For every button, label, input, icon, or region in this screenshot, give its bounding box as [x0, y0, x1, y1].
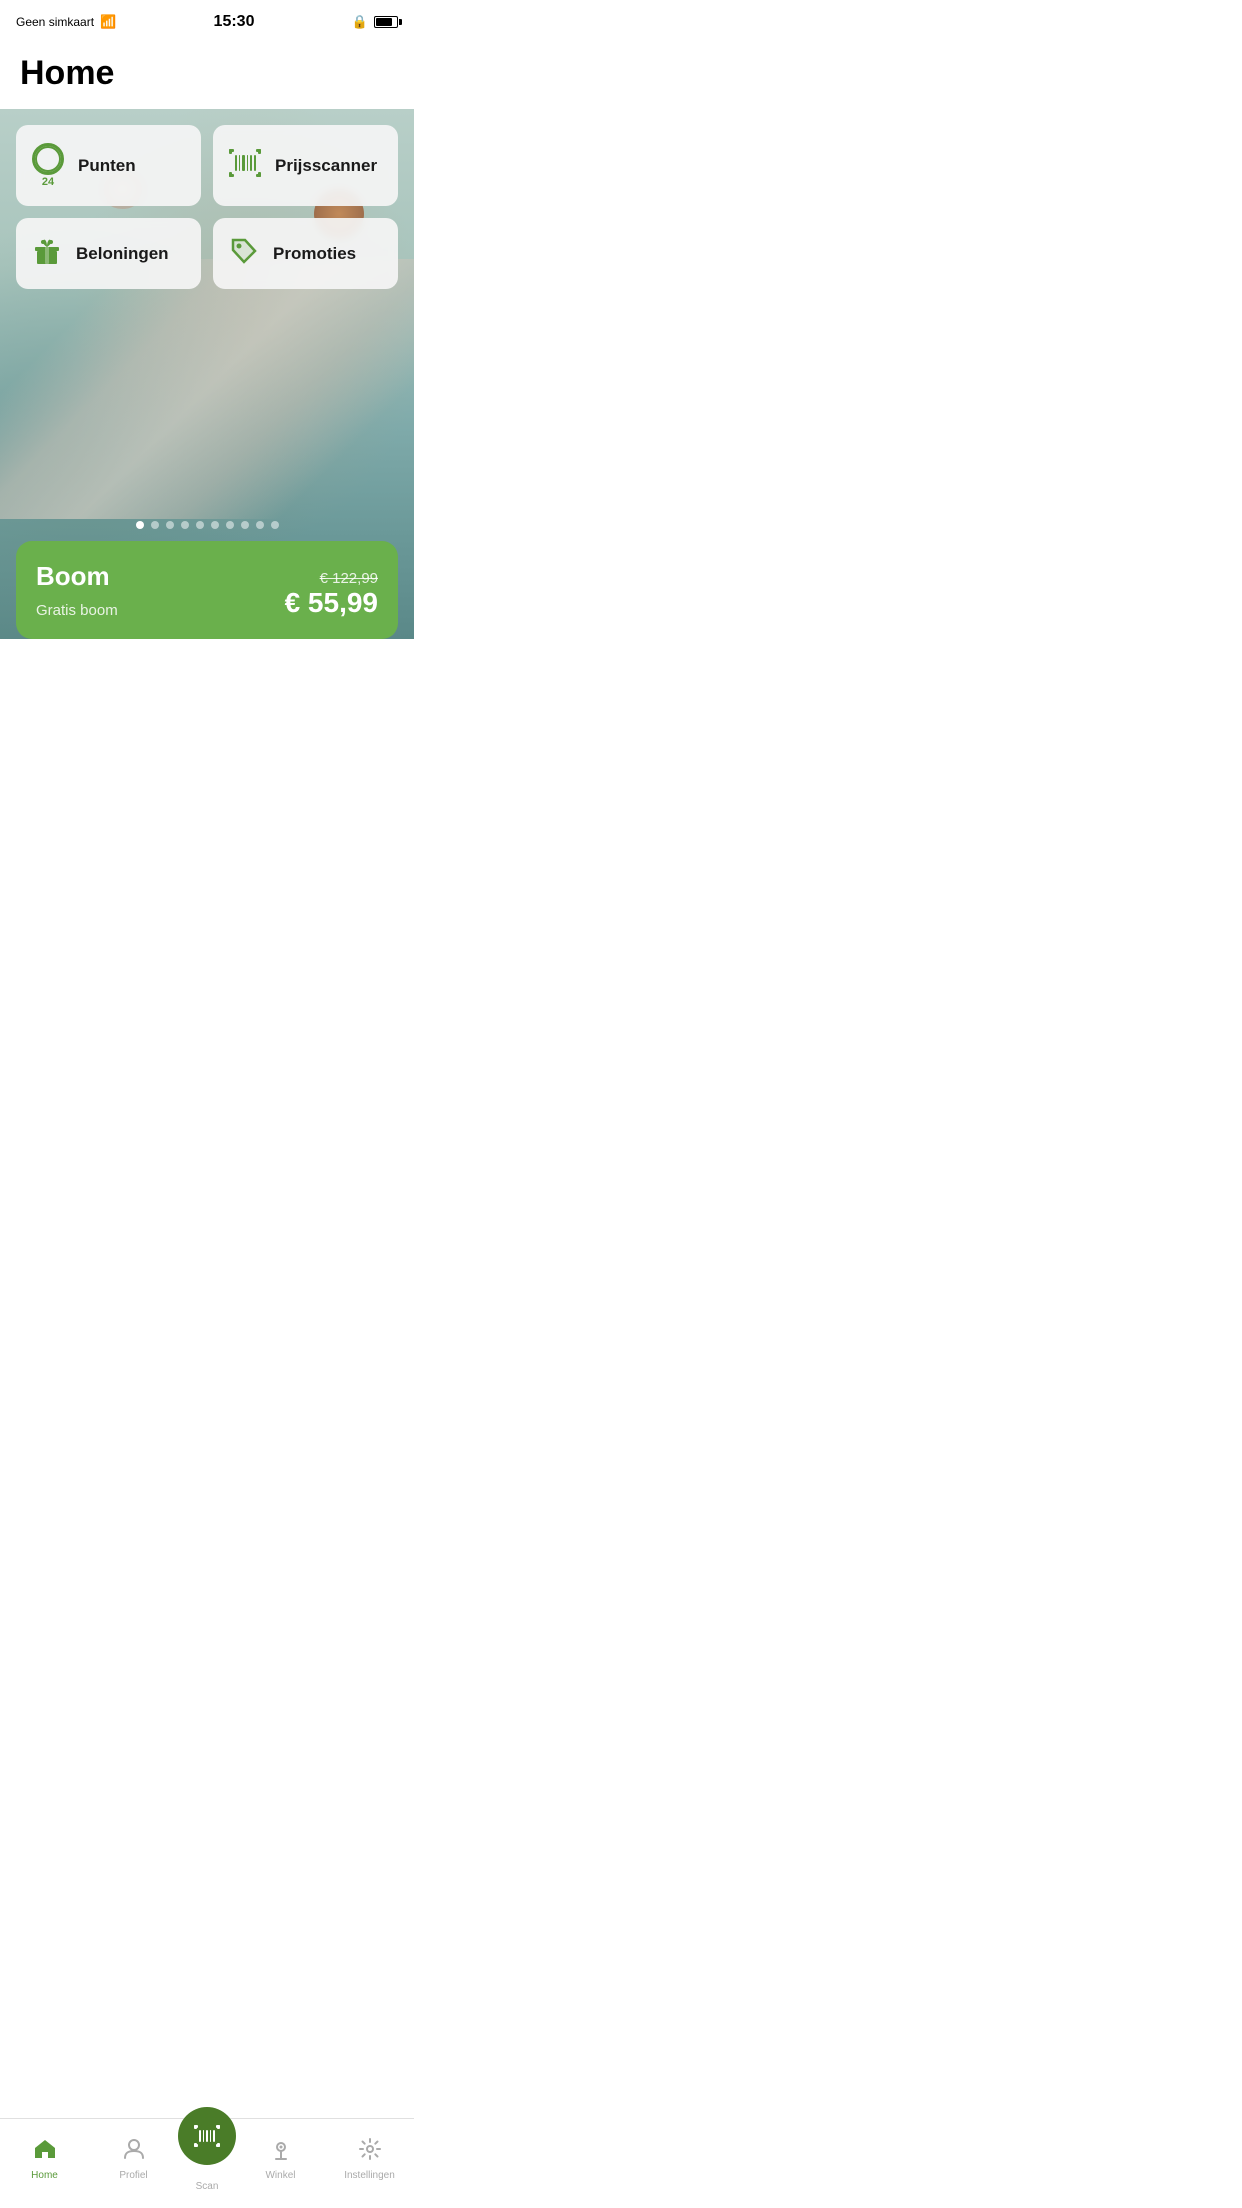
nav-item-profiel[interactable]: Profiel: [89, 2138, 178, 2181]
beloningen-label: Beloningen: [76, 244, 169, 264]
bottom-navigation: Home Profiel: [0, 2118, 414, 2208]
dot-6[interactable]: [211, 521, 219, 529]
lock-icon: 🔒: [352, 14, 368, 30]
content-area: 24 Punten: [0, 109, 414, 719]
promo-card[interactable]: Boom Gratis boom € 122,99 € 55,99: [16, 541, 398, 639]
winkel-nav-label: Winkel: [265, 2170, 295, 2181]
promoties-label: Promoties: [273, 244, 356, 264]
punten-label: Punten: [78, 156, 136, 176]
wifi-icon: 📶: [100, 14, 116, 30]
promo-prices: € 122,99 € 55,99: [285, 570, 378, 619]
promo-bottom: Gratis boom € 122,99 € 55,99: [36, 600, 378, 619]
feature-cards-grid: 24 Punten: [16, 125, 398, 289]
status-bar: Geen simkaart 📶 15:30 🔒: [0, 0, 414, 44]
promo-sale-price: € 55,99: [285, 587, 378, 619]
points-number: 24: [42, 177, 54, 188]
time-display: 15:30: [214, 13, 255, 31]
dot-2[interactable]: [151, 521, 159, 529]
promoties-card[interactable]: Promoties: [213, 218, 398, 289]
gift-icon: [32, 236, 62, 271]
settings-icon: [359, 2138, 381, 2166]
dot-5[interactable]: [196, 521, 204, 529]
nav-item-home[interactable]: Home: [0, 2138, 89, 2181]
prijsscanner-label: Prijsscanner: [275, 156, 377, 176]
carousel-dots: [0, 521, 414, 529]
hero-towel-decor: [0, 259, 414, 519]
dot-7[interactable]: [226, 521, 234, 529]
dot-9[interactable]: [256, 521, 264, 529]
dot-4[interactable]: [181, 521, 189, 529]
status-left: Geen simkaart 📶: [16, 14, 116, 30]
status-right: 🔒: [352, 14, 398, 30]
dot-8[interactable]: [241, 521, 249, 529]
nav-item-scan[interactable]: Scan: [178, 2107, 236, 2192]
nav-item-instellingen[interactable]: Instellingen: [325, 2138, 414, 2181]
battery-icon: [374, 16, 398, 28]
prijsscanner-card[interactable]: Prijsscanner: [213, 125, 398, 206]
page-title: Home: [20, 54, 394, 93]
instellingen-nav-label: Instellingen: [344, 2170, 395, 2181]
scan-nav-label: Scan: [196, 2181, 219, 2192]
dot-3[interactable]: [166, 521, 174, 529]
dot-10[interactable]: [271, 521, 279, 529]
home-nav-label: Home: [31, 2170, 58, 2181]
scan-button[interactable]: [178, 2107, 236, 2165]
promo-original-price: € 122,99: [285, 570, 378, 587]
beloningen-card[interactable]: Beloningen: [16, 218, 201, 289]
points-circle: [32, 143, 64, 175]
store-icon: [270, 2138, 292, 2166]
page-header: Home: [0, 44, 414, 109]
profiel-nav-label: Profiel: [119, 2170, 147, 2181]
profile-icon: [123, 2138, 145, 2166]
dot-1[interactable]: [136, 521, 144, 529]
carrier-text: Geen simkaart: [16, 15, 94, 29]
promo-subtitle: Gratis boom: [36, 602, 118, 619]
points-icon: 24: [32, 143, 64, 188]
punten-card[interactable]: 24 Punten: [16, 125, 201, 206]
nav-item-winkel[interactable]: Winkel: [236, 2138, 325, 2181]
home-icon: [33, 2138, 57, 2166]
hero-section: 24 Punten: [0, 109, 414, 639]
barcode-scanner-icon: [229, 149, 261, 182]
tag-icon: [229, 236, 259, 271]
